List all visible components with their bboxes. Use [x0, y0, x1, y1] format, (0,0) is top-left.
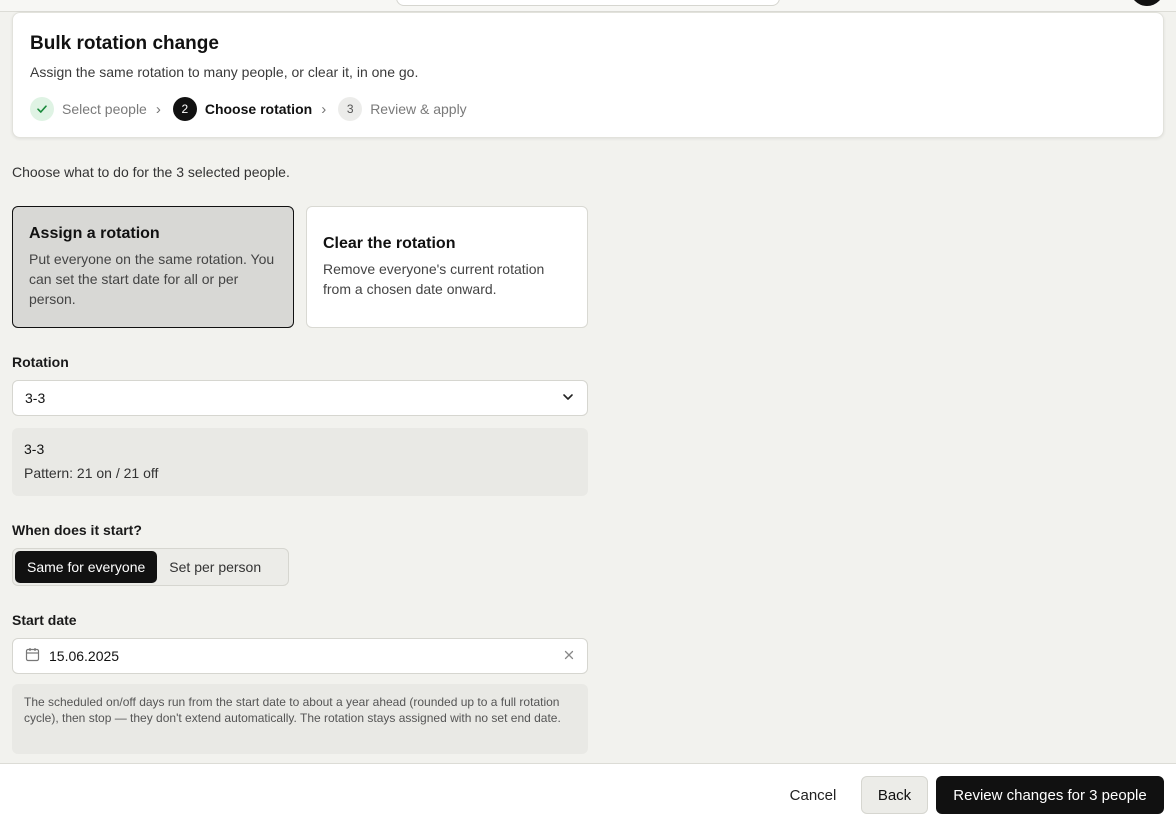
search-input[interactable]: [396, 0, 780, 6]
step-label: Choose rotation: [204, 101, 313, 117]
footer-bar: Cancel Back Review changes for 3 people: [0, 763, 1176, 826]
calendar-icon: [25, 647, 49, 665]
check-icon: [30, 97, 54, 121]
page-title: Bulk rotation change: [30, 33, 219, 54]
back-button[interactable]: Back: [861, 776, 928, 814]
clear-rotation-option[interactable]: Clear the rotation Remove everyone's cur…: [306, 206, 588, 328]
intro-text: Choose what to do for the 3 selected peo…: [12, 164, 290, 180]
assign-rotation-option[interactable]: Assign a rotation Put everyone on the sa…: [12, 206, 294, 328]
chevron-down-icon: [561, 390, 575, 407]
step-label: Review & apply: [370, 101, 467, 117]
step-label: Select people: [62, 101, 147, 117]
same-for-everyone-button[interactable]: Same for everyone: [15, 551, 158, 583]
review-changes-button[interactable]: Review changes for 3 people: [936, 776, 1164, 814]
step-number-badge: 3: [338, 97, 363, 121]
schedule-note: The scheduled on/off days run from the s…: [12, 684, 588, 754]
rotation-info-panel: 3-3 Pattern: 21 on / 21 off: [12, 428, 588, 496]
set-per-person-button[interactable]: Set per person: [157, 551, 273, 583]
chevron-right-icon: ›: [155, 100, 161, 118]
step-select-people[interactable]: Select people: [30, 97, 147, 121]
option-title: Assign a rotation: [29, 225, 160, 242]
header-card: Bulk rotation change Assign the same rot…: [12, 12, 1164, 138]
option-description: Put everyone on the same rotation. You c…: [29, 251, 275, 307]
start-mode-toggle: Same for everyone Set per person: [12, 548, 289, 586]
option-title: Clear the rotation: [323, 235, 456, 252]
step-choose-rotation: 2 Choose rotation: [172, 97, 313, 121]
page-subtitle: Assign the same rotation to many people,…: [30, 64, 419, 80]
rotation-info-pattern: Pattern: 21 on / 21 off: [24, 465, 159, 481]
top-bar: [0, 0, 1176, 12]
rotation-select[interactable]: 3-3: [12, 380, 588, 416]
start-date-field[interactable]: 15.06.2025: [12, 638, 588, 674]
step-number-badge: 2: [172, 97, 197, 121]
option-description: Remove everyone's current rotation from …: [323, 261, 545, 297]
start-label: When does it start?: [12, 522, 142, 538]
rotation-info-name: 3-3: [24, 441, 45, 457]
start-date-value: 15.06.2025: [49, 648, 120, 664]
start-date-label: Start date: [12, 612, 77, 628]
rotation-select-value: 3-3: [25, 390, 46, 406]
chevron-right-icon: ›: [321, 100, 327, 118]
avatar[interactable]: [1130, 0, 1164, 6]
cancel-button[interactable]: Cancel: [778, 776, 848, 814]
close-icon[interactable]: [563, 648, 575, 664]
rotation-label: Rotation: [12, 354, 69, 370]
step-review-apply: 3 Review & apply: [338, 97, 467, 121]
stepper: Select people › 2 Choose rotation › 3 Re…: [30, 97, 467, 121]
